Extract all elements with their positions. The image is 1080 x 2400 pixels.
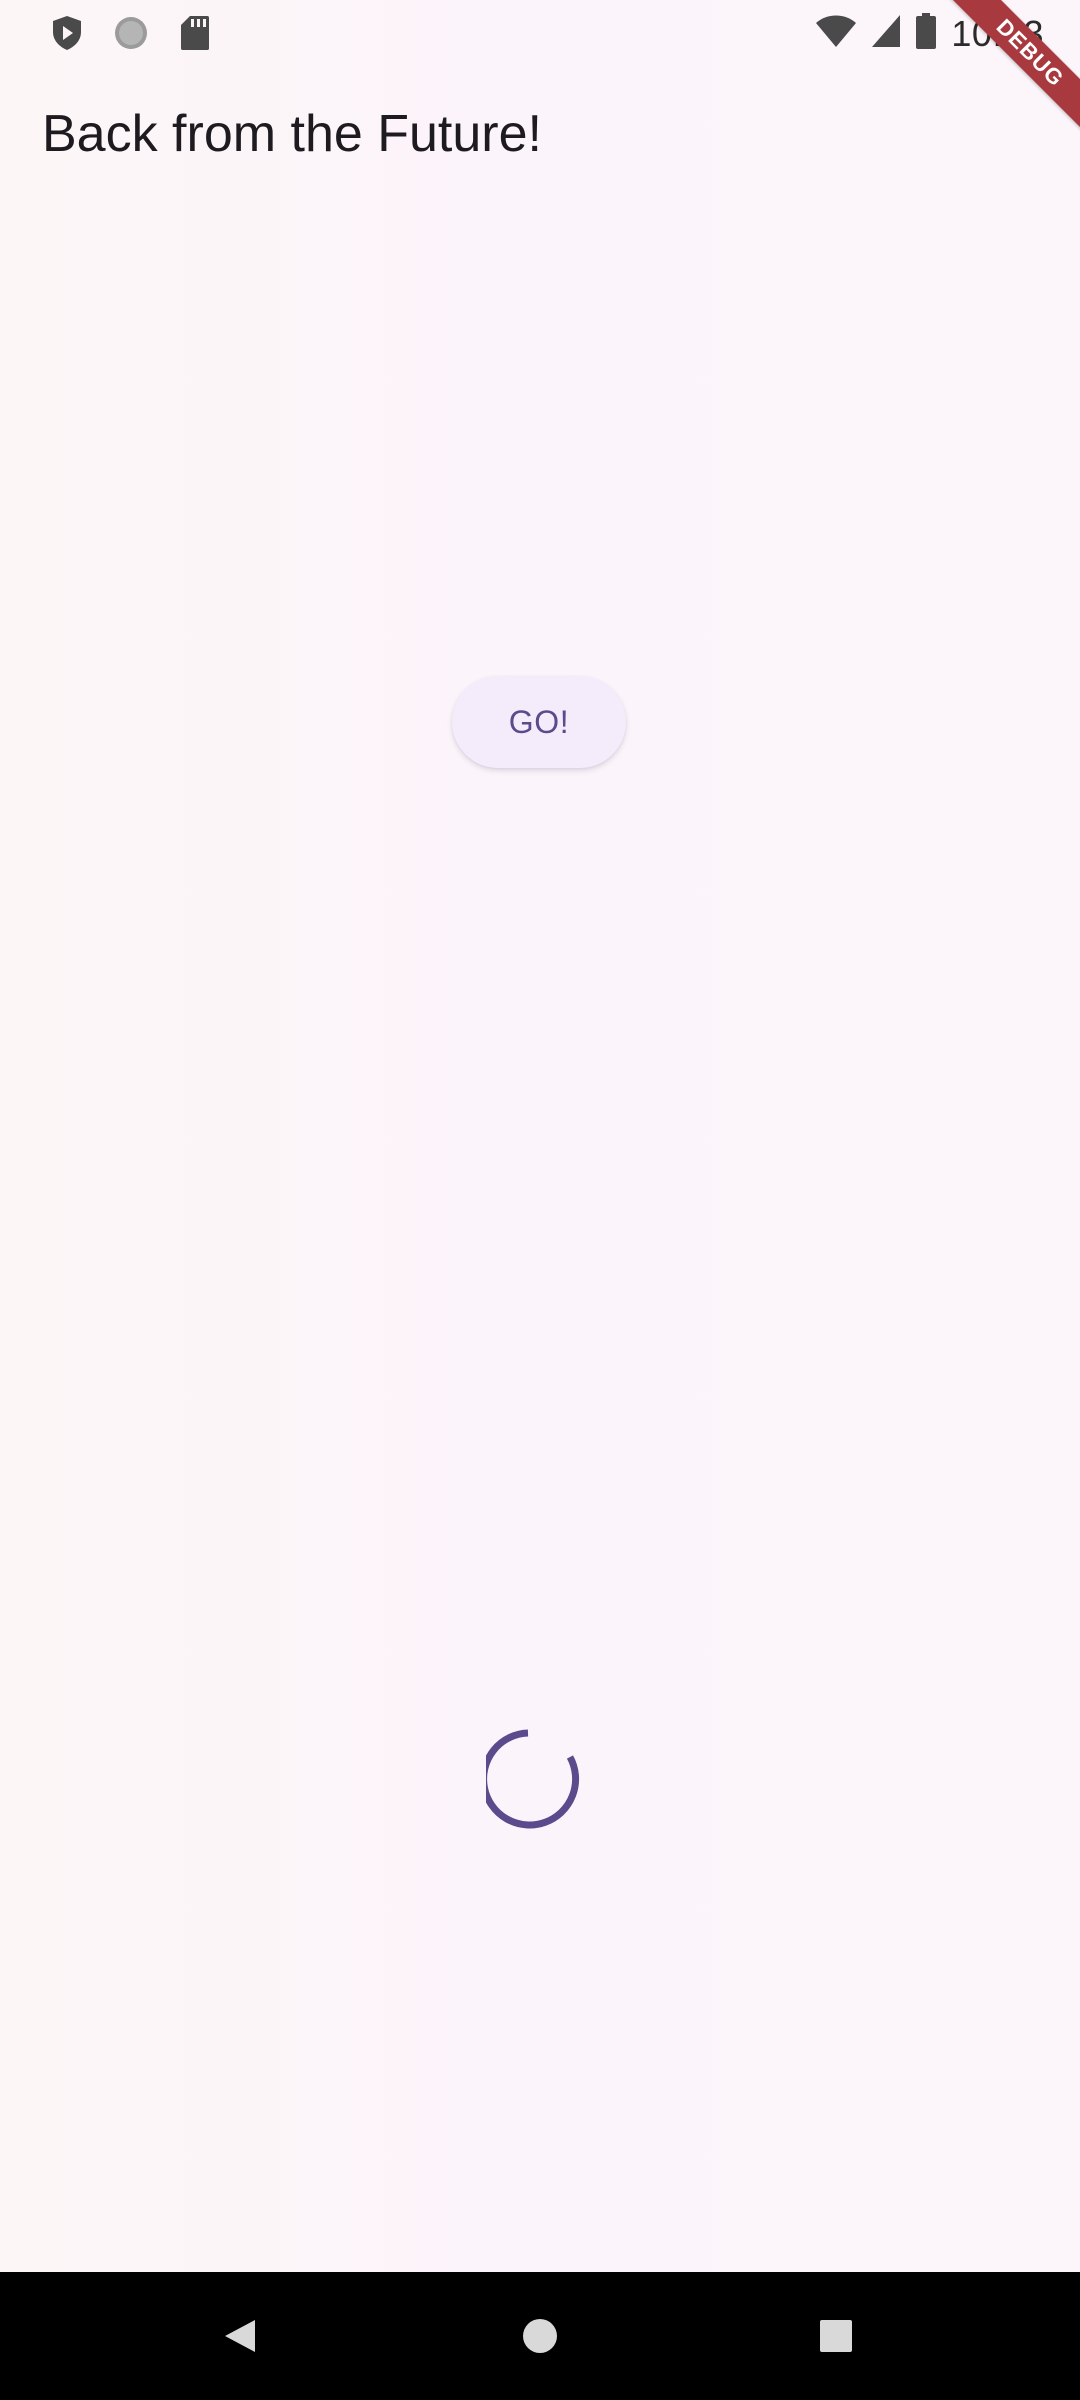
circle-icon [112, 14, 150, 52]
app-bar: Back from the Future! [0, 64, 1080, 208]
home-icon[interactable] [506, 2302, 574, 2370]
shield-play-icon [48, 14, 86, 52]
go-button[interactable]: GO! [452, 676, 626, 768]
navigation-bar [0, 2272, 1080, 2400]
status-time: 10:33 [951, 12, 1044, 54]
wifi-icon [815, 14, 857, 53]
battery-icon [915, 12, 937, 55]
page-title: Back from the Future! [42, 105, 542, 163]
status-right-icons: 10:33 [815, 12, 1044, 55]
status-bar: 10:33 [0, 0, 1080, 64]
sd-card-icon [176, 14, 214, 52]
recents-icon[interactable] [802, 2302, 870, 2370]
back-icon[interactable] [206, 2302, 274, 2370]
signal-icon [871, 14, 901, 53]
circular-progress-icon [480, 1726, 592, 1832]
status-left-icons [48, 14, 214, 52]
